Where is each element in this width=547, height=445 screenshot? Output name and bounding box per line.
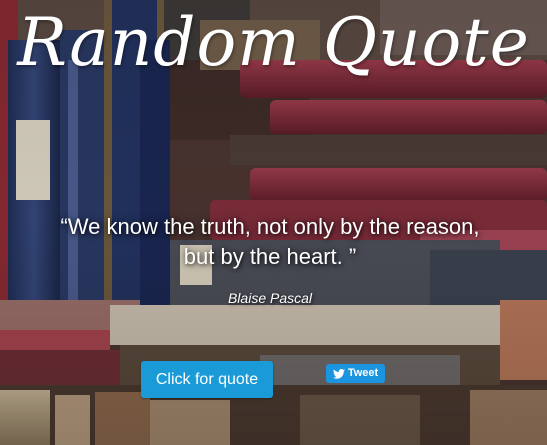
new-quote-button[interactable]: Click for quote	[141, 361, 273, 398]
quote-text: “We know the truth, not only by the reas…	[60, 214, 480, 269]
twitter-bird-icon	[332, 368, 345, 379]
tweet-button[interactable]: Tweet	[326, 364, 385, 383]
tweet-button-label: Tweet	[347, 367, 379, 379]
quote-author: Blaise Pascal	[227, 290, 313, 306]
page-title: Random Quote	[17, 4, 530, 81]
